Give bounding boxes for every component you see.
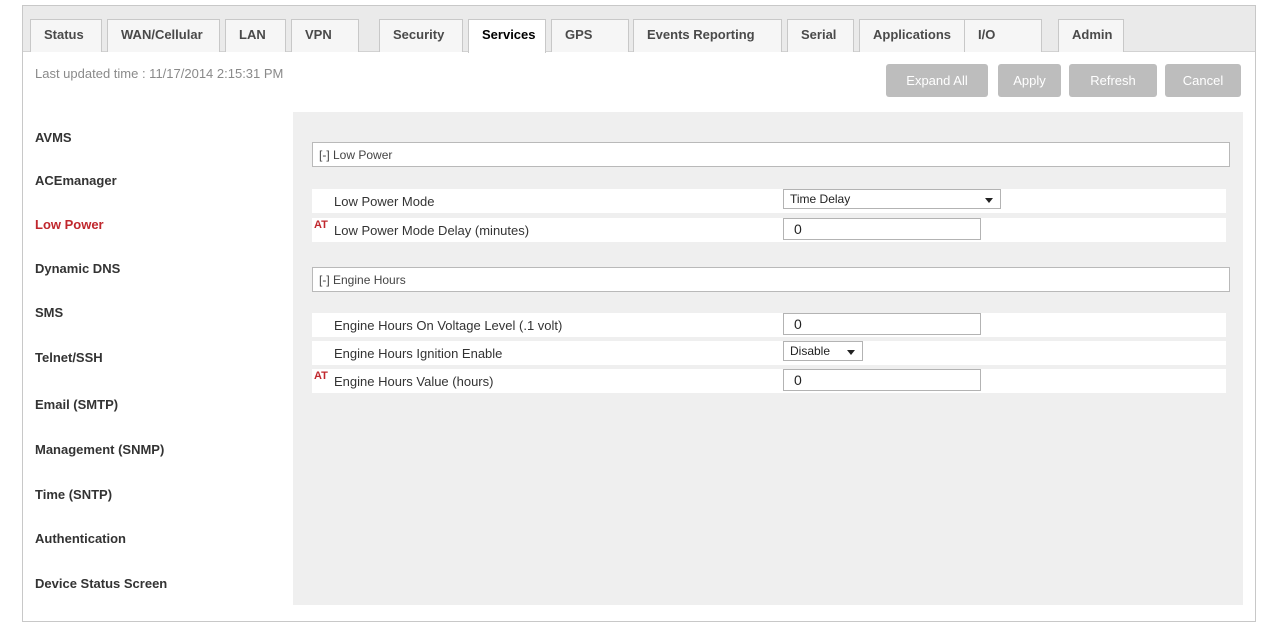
cancel-button[interactable]: Cancel: [1165, 64, 1241, 97]
engine-hours-voltage-label: Engine Hours On Voltage Level (.1 volt): [334, 318, 563, 333]
tab-label: Events Reporting: [647, 27, 755, 42]
tab-events-reporting[interactable]: Events Reporting: [633, 19, 782, 52]
low-power-delay-input[interactable]: 0: [783, 218, 981, 240]
tab-status[interactable]: Status: [30, 19, 102, 52]
tab-lan[interactable]: LAN: [225, 19, 286, 52]
sidebar-item-avms[interactable]: AVMS: [35, 130, 72, 145]
engine-hours-section-header[interactable]: [-] Engine Hours: [312, 267, 1230, 292]
tab-admin[interactable]: Admin: [1058, 19, 1124, 52]
engine-hours-ignition-label: Engine Hours Ignition Enable: [334, 346, 503, 361]
tab-label: GPS: [565, 27, 593, 42]
at-command-tag: AT: [314, 370, 328, 382]
tab-applications[interactable]: Applications: [859, 19, 966, 52]
tab-io[interactable]: I/O: [964, 19, 1042, 52]
sidebar-item-dynamic-dns[interactable]: Dynamic DNS: [35, 261, 120, 276]
engine-hours-voltage-row: Engine Hours On Voltage Level (.1 volt) …: [312, 313, 1226, 337]
tab-label: Applications: [873, 27, 952, 42]
engine-hours-value-label: Engine Hours Value (hours): [334, 374, 494, 389]
low-power-mode-row: Low Power Mode Time Delay: [312, 189, 1226, 213]
low-power-mode-value: Time Delay: [790, 192, 851, 206]
sidebar-item-time-sntp[interactable]: Time (SNTP): [35, 487, 112, 502]
app-frame: Status WAN/Cellular LAN VPN Security Ser…: [22, 5, 1256, 622]
tab-wan-cellular[interactable]: WAN/Cellular: [107, 19, 220, 52]
chevron-down-icon: [847, 350, 855, 355]
tab-vpn[interactable]: VPN: [291, 19, 359, 52]
tab-serial[interactable]: Serial: [787, 19, 854, 52]
low-power-delay-label: Low Power Mode Delay (minutes): [334, 223, 530, 238]
low-power-mode-select[interactable]: Time Delay: [783, 189, 1001, 209]
engine-hours-ignition-value: Disable: [790, 344, 831, 358]
settings-panel: [-] Low Power Low Power Mode Time Delay …: [293, 112, 1243, 605]
engine-hours-ignition-row: Engine Hours Ignition Enable Disable: [312, 341, 1226, 365]
sidebar-item-low-power[interactable]: Low Power: [35, 217, 104, 232]
main-tab-bar: Status WAN/Cellular LAN VPN Security Ser…: [23, 6, 1255, 53]
chevron-down-icon: [985, 198, 993, 203]
tab-label: LAN: [239, 27, 266, 42]
engine-hours-ignition-select[interactable]: Disable: [783, 341, 863, 361]
tab-label: Serial: [801, 27, 837, 42]
sidebar-item-telnet-ssh[interactable]: Telnet/SSH: [35, 350, 103, 365]
expand-all-button[interactable]: Expand All: [886, 64, 988, 97]
low-power-mode-label: Low Power Mode: [334, 194, 435, 209]
sidebar-item-management-snmp[interactable]: Management (SNMP): [35, 442, 164, 457]
low-power-delay-row: AT Low Power Mode Delay (minutes) 0: [312, 218, 1226, 242]
tab-label: VPN: [305, 27, 332, 42]
sidebar-item-acemanager[interactable]: ACEmanager: [35, 173, 117, 188]
sidebar-item-sms[interactable]: SMS: [35, 305, 63, 320]
tab-label: Services: [482, 27, 536, 42]
sidebar-item-email-smtp[interactable]: Email (SMTP): [35, 397, 118, 412]
sidebar-item-authentication[interactable]: Authentication: [35, 531, 126, 546]
tab-label: WAN/Cellular: [121, 27, 203, 42]
sidebar-item-device-status-screen[interactable]: Device Status Screen: [35, 576, 167, 591]
tab-label: Security: [393, 27, 445, 42]
engine-hours-voltage-input[interactable]: 0: [783, 313, 981, 335]
refresh-button[interactable]: Refresh: [1069, 64, 1157, 97]
tab-services[interactable]: Services: [468, 19, 546, 53]
at-command-tag: AT: [314, 219, 328, 231]
engine-hours-value-row: AT Engine Hours Value (hours) 0: [312, 369, 1226, 393]
engine-hours-value-input[interactable]: 0: [783, 369, 981, 391]
tab-label: Admin: [1072, 27, 1113, 42]
last-updated-time: Last updated time : 11/17/2014 2:15:31 P…: [35, 66, 284, 81]
tab-security[interactable]: Security: [379, 19, 463, 52]
apply-button[interactable]: Apply: [998, 64, 1061, 97]
low-power-section-header[interactable]: [-] Low Power: [312, 142, 1230, 167]
tab-gps[interactable]: GPS: [551, 19, 629, 52]
tab-label: Status: [44, 27, 84, 42]
tab-label: I/O: [978, 27, 996, 42]
